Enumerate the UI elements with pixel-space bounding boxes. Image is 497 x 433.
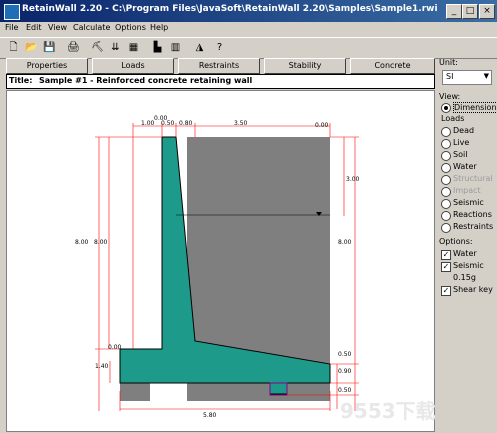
watermark: 9553下载	[340, 399, 436, 423]
minimize-button[interactable]: _	[446, 4, 462, 19]
water-label: Water	[453, 162, 477, 171]
close-button[interactable]: ×	[479, 4, 495, 19]
menu-file[interactable]: File	[5, 23, 18, 32]
dim-stem-top: 0.50	[161, 120, 175, 127]
dim-heel: 3.50	[234, 120, 248, 127]
radio-dimensions[interactable]	[441, 103, 451, 113]
menu-bar: File Edit View Calculate Options Help	[0, 22, 497, 36]
help-icon[interactable]: ?	[212, 40, 227, 55]
seismic-checkbox[interactable]: ✓	[441, 262, 451, 272]
seismic-label: Seismic	[453, 198, 484, 207]
dim-backfill-slope: 0.00	[315, 122, 329, 129]
menu-view[interactable]: View	[48, 23, 67, 32]
unit-select[interactable]: SI ▼	[442, 70, 492, 85]
soil-icon[interactable]: ⛏	[90, 40, 105, 55]
shear-key-label: Shear key	[453, 285, 493, 294]
radio-seismic[interactable]	[441, 199, 451, 209]
seismic-value: 0.15g	[453, 273, 476, 282]
menu-edit[interactable]: Edit	[26, 23, 42, 32]
dim-key-top: 0.50	[338, 351, 352, 358]
wall-icon[interactable]: ▙	[150, 40, 165, 55]
menu-calculate[interactable]: Calculate	[73, 23, 110, 32]
app-icon	[4, 4, 20, 20]
structural-label: Structural	[453, 174, 493, 183]
wall-drawing: 0.00 1.00 0.50 0.80 3.50 0.00 3.00 8.00 …	[75, 115, 360, 419]
toolbar: 🗋 📂 💾 🖨 ⛏ ⇊ ▦ ▙ ▥ ◮ ?	[0, 37, 497, 59]
menu-options[interactable]: Options	[115, 23, 146, 32]
radio-reactions[interactable]	[441, 211, 451, 221]
impact-label: Impact	[453, 186, 481, 195]
radio-dead[interactable]	[441, 127, 451, 137]
dim-water-depth: 3.00	[346, 176, 360, 183]
radio-water[interactable]	[441, 163, 451, 173]
view-label: View:	[439, 92, 461, 101]
dim-footing-total: 1.40	[95, 363, 109, 370]
shear-key-checkbox[interactable]: ✓	[441, 286, 451, 296]
tab-restraints[interactable]: Restraints	[178, 58, 260, 74]
dim-right-height: 8.00	[338, 239, 352, 246]
reactions-label: Reactions	[453, 210, 492, 219]
title-bar: RetainWall 2.20 - C:\Program Files\JavaS…	[0, 0, 497, 22]
pile-icon[interactable]: ▥	[168, 40, 183, 55]
soil-label: Soil	[453, 150, 468, 159]
window-title: RetainWall 2.20 - C:\Program Files\JavaS…	[22, 4, 438, 14]
title-value: Sample #1 - Reinforced concrete retainin…	[38, 76, 253, 85]
dim-footing: 0.90	[338, 368, 352, 375]
tab-concrete[interactable]: Concrete	[350, 58, 435, 74]
loads-icon[interactable]: ⇊	[108, 40, 123, 55]
seismic-option-label: Seismic	[453, 261, 484, 270]
radio-impact[interactable]	[441, 187, 451, 197]
dim-toe-soil: 0.00	[108, 344, 122, 351]
new-file-icon[interactable]: 🗋	[6, 40, 21, 55]
chevron-down-icon: ▼	[483, 72, 489, 80]
dim-toe-width: 1.00	[141, 120, 155, 127]
dim-left-outer: 8.00	[75, 239, 89, 246]
radio-soil[interactable]	[441, 151, 451, 161]
menu-help[interactable]: Help	[150, 23, 168, 32]
options-label: Options:	[439, 237, 473, 246]
radio-live[interactable]	[441, 139, 451, 149]
water-option-label: Water	[453, 249, 477, 258]
dim-base-width: 5.80	[203, 412, 217, 419]
tab-stability[interactable]: Stability	[264, 58, 346, 74]
open-folder-icon[interactable]: 📂	[24, 40, 39, 55]
tab-properties[interactable]: Properties	[6, 58, 88, 74]
title-field[interactable]: Title: Sample #1 - Reinforced concrete r…	[6, 74, 435, 89]
unit-value: SI	[446, 72, 454, 81]
radio-structural[interactable]	[441, 175, 451, 185]
restraints-label: Restraints	[453, 222, 494, 231]
tab-loads[interactable]: Loads	[92, 58, 174, 74]
water-checkbox[interactable]: ✓	[441, 250, 451, 260]
dead-label: Dead	[453, 126, 475, 135]
print-icon[interactable]: 🖨	[66, 40, 81, 55]
dim-batter: 0.80	[179, 120, 193, 127]
radio-restraints[interactable]	[441, 223, 451, 233]
loads-group-label: Loads	[441, 114, 465, 123]
live-label: Live	[453, 138, 470, 147]
grid-icon[interactable]: ▦	[126, 40, 141, 55]
title-label: Title:	[9, 76, 33, 85]
dim-left-inner: 8.00	[94, 239, 108, 246]
save-icon[interactable]: 💾	[42, 40, 57, 55]
unit-label: Unit:	[439, 58, 458, 67]
sidebar: Unit: SI ▼ View: Dimensions Loads Dead L…	[437, 56, 497, 433]
design-icon[interactable]: ◮	[192, 40, 207, 55]
dimensions-label: Dimensions	[453, 102, 497, 113]
drawing-canvas[interactable]: 0.00 1.00 0.50 0.80 3.50 0.00 3.00 8.00 …	[6, 90, 435, 432]
dim-key: 0.50	[338, 387, 352, 394]
maximize-button[interactable]: □	[462, 4, 478, 19]
